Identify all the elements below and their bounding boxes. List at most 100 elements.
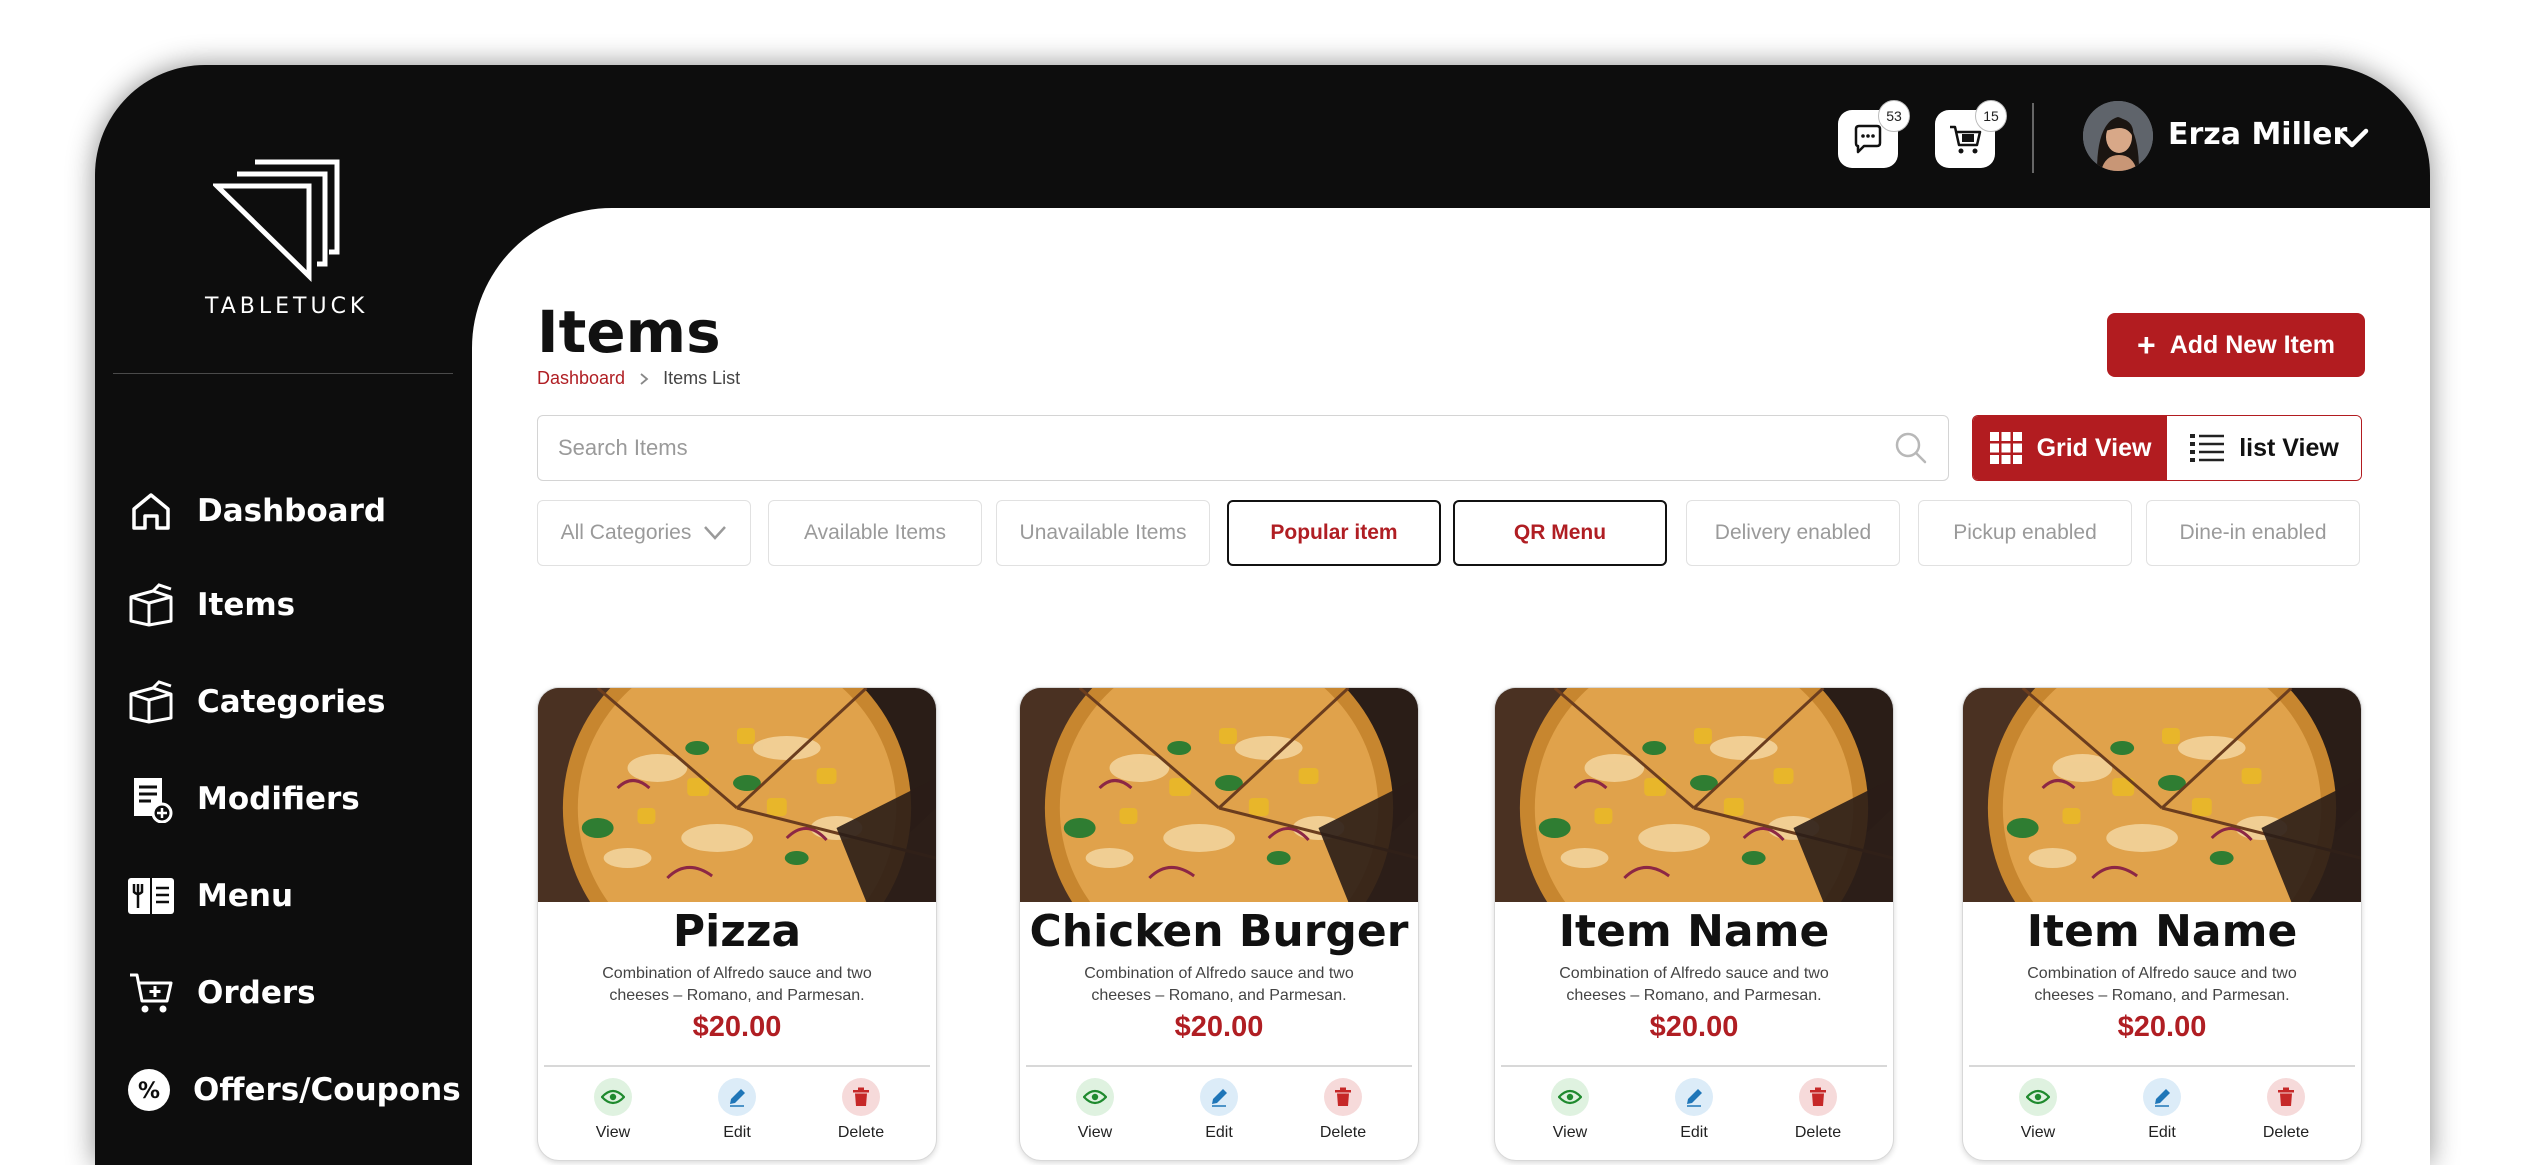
breadcrumb-current: Items List — [663, 368, 741, 388]
card-actions: View Edit Delete — [1020, 1078, 1418, 1142]
eye-icon — [1076, 1078, 1114, 1116]
svg-text:%: % — [138, 1079, 160, 1104]
view-button[interactable]: View — [1535, 1078, 1605, 1142]
card-actions: View Edit Delete — [538, 1078, 936, 1142]
filter-pickup-enabled[interactable]: Pickup enabled — [1918, 500, 2132, 566]
filter-available-items[interactable]: Available Items — [768, 500, 982, 566]
item-name: Pizza — [672, 906, 802, 957]
item-description: Combination of Alfredo sauce and two che… — [1084, 965, 1354, 1004]
category-select[interactable]: All Categories — [537, 500, 751, 566]
grid-icon — [1989, 432, 2022, 464]
filter-label: Unavailable Items — [1019, 521, 1187, 544]
trash-icon — [2267, 1078, 2305, 1116]
eye-icon — [1551, 1078, 1589, 1116]
messages-button[interactable]: 53 — [1838, 100, 1910, 168]
chevron-down-icon[interactable] — [2335, 127, 2369, 149]
sidebar-item-orders[interactable]: Orders — [125, 963, 455, 1023]
avatar[interactable] — [2083, 101, 2153, 171]
view-button[interactable]: View — [2003, 1078, 2073, 1142]
edit-button[interactable]: Edit — [1659, 1078, 1729, 1142]
trash-icon — [842, 1078, 880, 1116]
sidebar-item-categories[interactable]: Categories — [125, 672, 455, 732]
pizza-image — [538, 688, 936, 902]
delete-button[interactable]: Delete — [1308, 1078, 1378, 1142]
delete-button[interactable]: Delete — [1783, 1078, 1853, 1142]
filter-label: QR Menu — [1513, 521, 1607, 544]
filter-label: Popular item — [1270, 521, 1398, 544]
pencil-icon — [2143, 1078, 2181, 1116]
filter-popular-item[interactable]: Popular item — [1227, 500, 1441, 566]
card-divider — [544, 1065, 930, 1067]
breadcrumb-dashboard-link[interactable]: Dashboard — [537, 368, 625, 389]
edit-button[interactable]: Edit — [2127, 1078, 2197, 1142]
sidebar-item-modifiers[interactable]: Modifiers — [125, 769, 455, 829]
item-name: Item Name — [1558, 906, 1830, 957]
delete-label: Delete — [1794, 1124, 1842, 1141]
sidebar-item-items[interactable]: Items — [125, 575, 455, 635]
sidebar-item-menu[interactable]: Menu — [125, 866, 455, 926]
delete-button[interactable]: Delete — [2251, 1078, 2321, 1142]
pencil-icon — [1200, 1078, 1238, 1116]
item-card[interactable]: Pizza Combination of Alfredo sauce and t… — [537, 687, 937, 1161]
delete-label: Delete — [837, 1124, 885, 1141]
filter-dine-in-enabled[interactable]: Dine-in enabled — [2146, 500, 2360, 566]
edit-label: Edit — [723, 1124, 751, 1141]
brand-logo[interactable]: TABLETUCK — [205, 158, 364, 319]
messages-count-badge: 53 — [1878, 100, 1910, 132]
page-title: Items — [537, 298, 721, 366]
filter-delivery-enabled[interactable]: Delivery enabled — [1686, 500, 1900, 566]
main-content: Items Dashboard Items List + Add New Ite… — [472, 208, 2430, 1165]
list-view-button[interactable]: list View — [2167, 416, 2361, 480]
sidebar-item-offers-coupons[interactable]: % Offers/Coupons — [125, 1060, 461, 1120]
user-name[interactable]: Erza Miller — [2168, 117, 2347, 152]
cart-icon — [1950, 125, 1982, 154]
grid-view-button[interactable]: Grid View — [1973, 416, 2167, 480]
sidebar-item-dashboard[interactable]: Dashboard — [125, 481, 455, 541]
filter-unavailable-items[interactable]: Unavailable Items — [996, 500, 1210, 566]
view-button[interactable]: View — [1060, 1078, 1130, 1142]
delete-button[interactable]: Delete — [826, 1078, 896, 1142]
add-new-item-button[interactable]: + Add New Item — [2107, 313, 2365, 377]
item-card[interactable]: Chicken Burger Combination of Alfredo sa… — [1019, 687, 1419, 1161]
item-name: Item Name — [2026, 906, 2298, 957]
delete-label: Delete — [2262, 1124, 2310, 1141]
cart-count-badge: 15 — [1975, 100, 2007, 132]
search-icon[interactable] — [1894, 431, 1928, 465]
chevron-down-icon — [704, 526, 727, 540]
sidebar-item-label: Menu — [197, 878, 294, 914]
pencil-icon — [718, 1078, 756, 1116]
filter-qr-menu[interactable]: QR Menu — [1453, 500, 1667, 566]
edit-label: Edit — [1205, 1124, 1233, 1141]
view-button[interactable]: View — [578, 1078, 648, 1142]
topbar-divider — [2032, 103, 2034, 173]
filter-label: Dine-in enabled — [2179, 521, 2327, 544]
list-view-label: list View — [2239, 433, 2339, 462]
item-card[interactable]: Item Name Combination of Alfredo sauce a… — [1962, 687, 2362, 1161]
box-icon — [125, 676, 177, 728]
trash-icon — [1799, 1078, 1837, 1116]
item-price: $20.00 — [1174, 1011, 1264, 1043]
cart-icon — [125, 967, 177, 1019]
edit-button[interactable]: Edit — [1184, 1078, 1254, 1142]
view-toggle: Grid View list View — [1972, 415, 2362, 481]
card-divider — [1969, 1065, 2355, 1067]
menu-book-icon — [125, 870, 177, 922]
app-frame: TABLETUCK Dashboard Items Categories Mod… — [95, 65, 2430, 1165]
category-select-value: All Categories — [560, 521, 692, 544]
search-box — [537, 415, 1949, 481]
cart-button[interactable]: 15 — [1935, 100, 2007, 168]
edit-label: Edit — [1680, 1124, 1708, 1141]
edit-button[interactable]: Edit — [702, 1078, 772, 1142]
eye-icon — [2019, 1078, 2057, 1116]
item-description: Combination of Alfredo sauce and two che… — [2027, 965, 2297, 1004]
item-card[interactable]: Item Name Combination of Alfredo sauce a… — [1494, 687, 1894, 1161]
delete-label: Delete — [1319, 1124, 1367, 1141]
view-label: View — [1077, 1124, 1113, 1141]
card-divider — [1501, 1065, 1887, 1067]
sidebar-item-label: Items — [197, 587, 296, 623]
view-label: View — [595, 1124, 631, 1141]
card-divider — [1026, 1065, 1412, 1067]
search-input[interactable] — [558, 435, 1894, 461]
pencil-icon — [1675, 1078, 1713, 1116]
filter-label: Available Items — [803, 521, 947, 544]
